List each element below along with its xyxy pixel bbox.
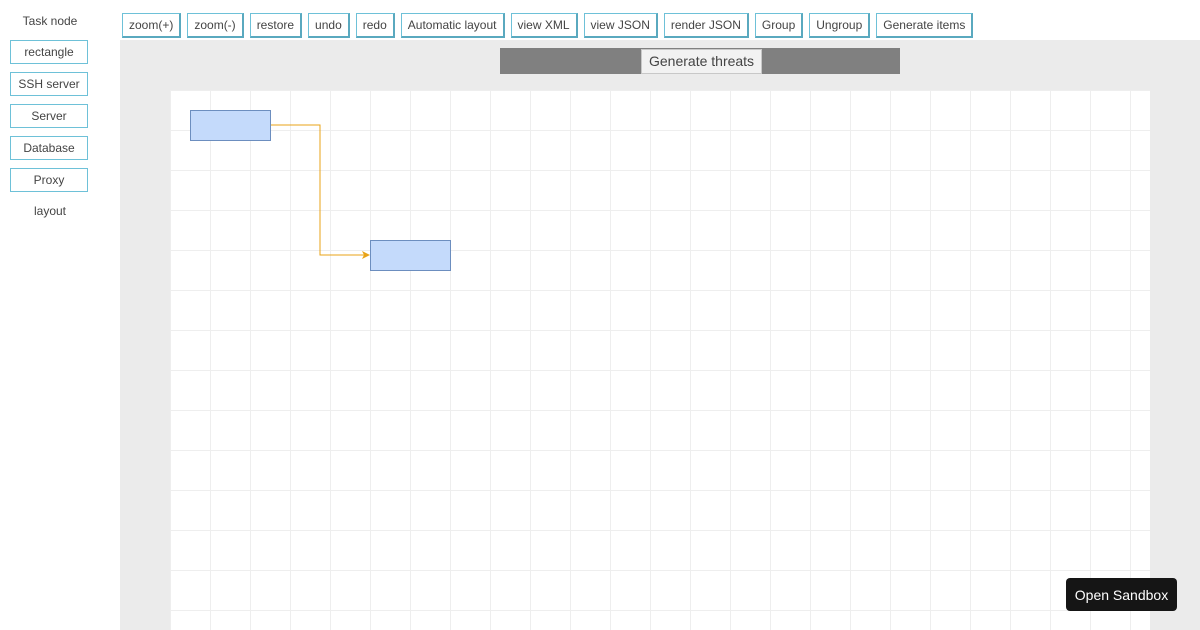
app-root: Task node rectangle SSH server Server Da…	[0, 0, 1200, 630]
render-json-button[interactable]: render JSON	[663, 13, 749, 38]
diagram-node[interactable]	[370, 240, 451, 271]
generate-items-button[interactable]: Generate items	[876, 13, 974, 38]
diagram-node[interactable]	[190, 110, 271, 141]
sidebar-item-rectangle[interactable]: rectangle	[10, 40, 88, 64]
undo-button[interactable]: undo	[308, 13, 350, 38]
view-xml-button[interactable]: view XML	[510, 13, 578, 38]
automatic-layout-button[interactable]: Automatic layout	[400, 13, 505, 38]
group-button[interactable]: Group	[754, 13, 804, 38]
diagram-svg	[190, 110, 451, 271]
connector-edge[interactable]	[270, 124, 370, 259]
diagram-canvas[interactable]	[170, 90, 1150, 630]
redo-button[interactable]: redo	[355, 13, 395, 38]
restore-button[interactable]: restore	[249, 13, 303, 38]
sidebar-layout-label[interactable]: layout	[0, 204, 100, 218]
zoom-in-button[interactable]: zoom(+)	[122, 13, 182, 38]
toolbar: zoom(+) zoom(-) restore undo redo Automa…	[122, 13, 974, 39]
workspace: Generate threats	[120, 40, 1200, 630]
open-sandbox-button[interactable]: Open Sandbox	[1066, 578, 1177, 611]
sidebar: Task node rectangle SSH server Server Da…	[0, 0, 100, 630]
view-json-button[interactable]: view JSON	[583, 13, 658, 38]
sidebar-item-database[interactable]: Database	[10, 136, 88, 160]
sidebar-item-ssh-server[interactable]: SSH server	[10, 72, 88, 96]
ungroup-button[interactable]: Ungroup	[809, 13, 871, 38]
zoom-out-button[interactable]: zoom(-)	[187, 13, 244, 38]
generate-threats-bar: Generate threats	[500, 48, 900, 74]
sidebar-item-proxy[interactable]: Proxy	[10, 168, 88, 192]
generate-threats-button[interactable]: Generate threats	[641, 49, 763, 74]
sidebar-title: Task node	[22, 14, 78, 28]
sidebar-item-server[interactable]: Server	[10, 104, 88, 128]
